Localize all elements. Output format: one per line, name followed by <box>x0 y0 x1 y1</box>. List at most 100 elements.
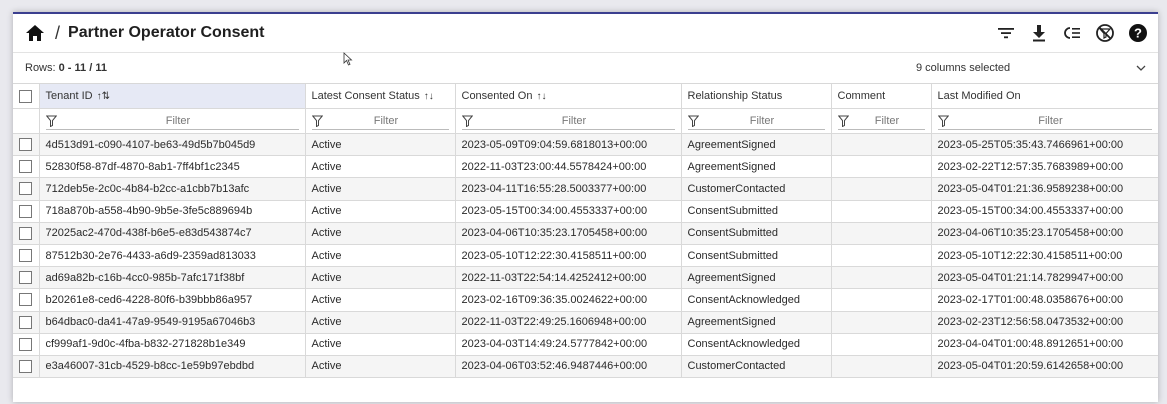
cell-relationship-status: AgreementSigned <box>681 311 832 334</box>
cell-comment <box>831 244 932 268</box>
mouse-cursor-icon <box>343 52 353 71</box>
funnel-icon[interactable] <box>687 115 700 127</box>
column-header-tenant-id[interactable]: Tenant ID ↑⇅ <box>39 84 306 109</box>
cell-tenant-id: e3a46007-31cb-4529-b8cc-1e59b97ebdbd <box>39 355 306 379</box>
funnel-icon[interactable] <box>837 115 850 127</box>
filter-input[interactable] <box>57 113 299 128</box>
table-row[interactable]: 4d513d91-c090-4107-be63-49d5b7b045d9 Acti… <box>13 133 1158 157</box>
filter-input[interactable] <box>473 113 675 128</box>
columns-selected-label: 9 columns selected <box>916 62 1011 74</box>
page-header: / Partner Operator Consent ? <box>13 14 1158 53</box>
svg-text:?: ? <box>1134 26 1142 41</box>
clear-filter-icon[interactable] <box>1095 23 1115 43</box>
cell-last-modified-on: 2023-05-25T05:35:43.7466961+00:00 <box>931 133 1158 157</box>
column-header-latest-consent-status[interactable]: Latest Consent Status ↑↓ <box>305 84 456 109</box>
column-header-last-modified-on[interactable]: Last Modified On <box>931 84 1158 109</box>
cell-consented-on: 2023-04-03T14:49:24.5777842+00:00 <box>455 333 682 356</box>
cell-comment <box>831 311 932 334</box>
funnel-icon[interactable] <box>311 115 324 127</box>
table-row[interactable]: 52830f58-87df-4870-8ab1-7ff4bf1c2345 Acti… <box>13 155 1158 179</box>
download-icon[interactable] <box>1029 23 1049 43</box>
cell-consented-on: 2022-11-03T22:54:14.4252412+00:00 <box>455 266 682 290</box>
table-row[interactable]: 87512b30-2e76-4433-a6d9-2359ad813033 Acti… <box>13 244 1158 268</box>
chevron-down-icon <box>1136 62 1146 74</box>
table-row[interactable]: 72025ac2-470d-438f-b6e5-e83d543874c7 Acti… <box>13 222 1158 245</box>
row-checkbox[interactable] <box>13 200 40 223</box>
row-checkbox[interactable] <box>13 355 40 379</box>
row-checkbox[interactable] <box>13 288 40 312</box>
cell-consent-status: Active <box>305 311 456 334</box>
filter-comment <box>837 112 925 130</box>
row-checkbox[interactable] <box>13 333 40 356</box>
cell-relationship-status: ConsentAcknowledged <box>681 333 832 356</box>
row-checkbox[interactable] <box>13 177 40 201</box>
breadcrumb-separator: / <box>55 22 61 43</box>
cell-last-modified-on: 2023-04-04T01:00:48.8912651+00:00 <box>931 333 1158 356</box>
cell-last-modified-on: 2023-05-04T01:21:36.9589238+00:00 <box>931 177 1158 201</box>
cell-tenant-id: 52830f58-87df-4870-8ab1-7ff4bf1c2345 <box>39 155 306 179</box>
cell-tenant-id: 712deb5e-2c0c-4b84-b2cc-a1cbb7b13afc <box>39 177 306 201</box>
cell-consented-on: 2023-04-06T10:35:23.1705458+00:00 <box>455 222 682 245</box>
cell-consent-status: Active <box>305 177 456 201</box>
cell-consent-status: Active <box>305 333 456 356</box>
row-checkbox[interactable] <box>13 222 40 245</box>
cell-consent-status: Active <box>305 155 456 179</box>
table-row[interactable]: cf999af1-9d0c-4fba-b832-271828b1e349 Acti… <box>13 333 1158 356</box>
row-checkbox[interactable] <box>13 133 40 157</box>
column-header-consented-on[interactable]: Consented On ↑↓ <box>455 84 682 109</box>
table-row[interactable]: 718a870b-a558-4b90-9b5e-3fe5c889694b Acti… <box>13 200 1158 223</box>
cell-tenant-id: 4d513d91-c090-4107-be63-49d5b7b045d9 <box>39 133 306 157</box>
cell-comment <box>831 222 932 245</box>
cell-relationship-status: AgreementSigned <box>681 133 832 157</box>
filter-input[interactable] <box>323 113 449 128</box>
cell-relationship-status: CustomerContacted <box>681 355 832 379</box>
cell-consent-status: Active <box>305 133 456 157</box>
data-grid: Tenant ID ↑⇅ Latest Consent Status ↑↓ Cons… <box>13 84 1158 379</box>
home-icon[interactable] <box>25 23 45 43</box>
cell-last-modified-on: 2023-05-15T00:34:00.4553337+00:00 <box>931 200 1158 223</box>
sort-icon[interactable]: ↑↓ <box>536 91 546 102</box>
funnel-icon[interactable] <box>461 115 474 127</box>
cell-relationship-status: ConsentSubmitted <box>681 244 832 268</box>
filter-input[interactable] <box>699 113 825 128</box>
row-checkbox[interactable] <box>13 266 40 290</box>
cell-tenant-id: b20261e8-ced6-4228-80f6-b39bbb86a957 <box>39 288 306 312</box>
sort-icon[interactable]: ↑↓ <box>424 91 434 102</box>
cell-last-modified-on: 2023-02-17T01:00:48.0358676+00:00 <box>931 288 1158 312</box>
column-header-relationship-status[interactable]: Relationship Status <box>681 84 832 109</box>
cell-consent-status: Active <box>305 288 456 312</box>
filter-latest-consent-status <box>311 112 449 130</box>
row-checkbox[interactable] <box>13 311 40 334</box>
filter-input[interactable] <box>949 113 1152 128</box>
table-row[interactable]: ad69a82b-c16b-4cc0-985b-7afc171f38bf Acti… <box>13 266 1158 290</box>
filter-input[interactable] <box>849 113 925 128</box>
filter-icon[interactable] <box>996 23 1016 43</box>
cell-comment <box>831 333 932 356</box>
cell-consent-status: Active <box>305 200 456 223</box>
cell-consent-status: Active <box>305 222 456 245</box>
cell-consented-on: 2023-05-15T00:34:00.4553337+00:00 <box>455 200 682 223</box>
app-window: / Partner Operator Consent ? Rows: 0 - 1… <box>13 12 1158 402</box>
column-chooser-icon[interactable] <box>1062 23 1082 43</box>
cell-relationship-status: ConsentAcknowledged <box>681 288 832 312</box>
grid-status-bar: Rows: 0 - 11 / 11 9 columns selected <box>13 53 1158 84</box>
row-checkbox[interactable] <box>13 244 40 268</box>
column-header-comment[interactable]: Comment <box>831 84 932 109</box>
columns-selector[interactable]: 9 columns selected <box>916 62 1146 74</box>
toolbar: ? <box>996 23 1148 43</box>
table-row[interactable]: 712deb5e-2c0c-4b84-b2cc-a1cbb7b13afc Acti… <box>13 177 1158 201</box>
table-row[interactable]: b20261e8-ced6-4228-80f6-b39bbb86a957 Acti… <box>13 288 1158 312</box>
cell-comment <box>831 355 932 379</box>
sort-icon[interactable]: ↑⇅ <box>97 91 110 102</box>
select-all-checkbox[interactable] <box>13 84 40 109</box>
cell-last-modified-on: 2023-04-06T10:35:23.1705458+00:00 <box>931 222 1158 245</box>
table-row[interactable]: b64dbac0-da41-47a9-9549-9195a67046b3 Acti… <box>13 311 1158 334</box>
row-checkbox[interactable] <box>13 155 40 179</box>
cell-consented-on: 2023-04-06T03:52:46.9487446+00:00 <box>455 355 682 379</box>
table-row[interactable]: e3a46007-31cb-4529-b8cc-1e59b97ebdbd Acti… <box>13 355 1158 379</box>
funnel-icon[interactable] <box>45 115 58 127</box>
funnel-icon[interactable] <box>937 115 950 127</box>
help-icon[interactable]: ? <box>1128 23 1148 43</box>
cell-last-modified-on: 2023-05-04T01:20:59.6142658+00:00 <box>931 355 1158 379</box>
cell-tenant-id: ad69a82b-c16b-4cc0-985b-7afc171f38bf <box>39 266 306 290</box>
